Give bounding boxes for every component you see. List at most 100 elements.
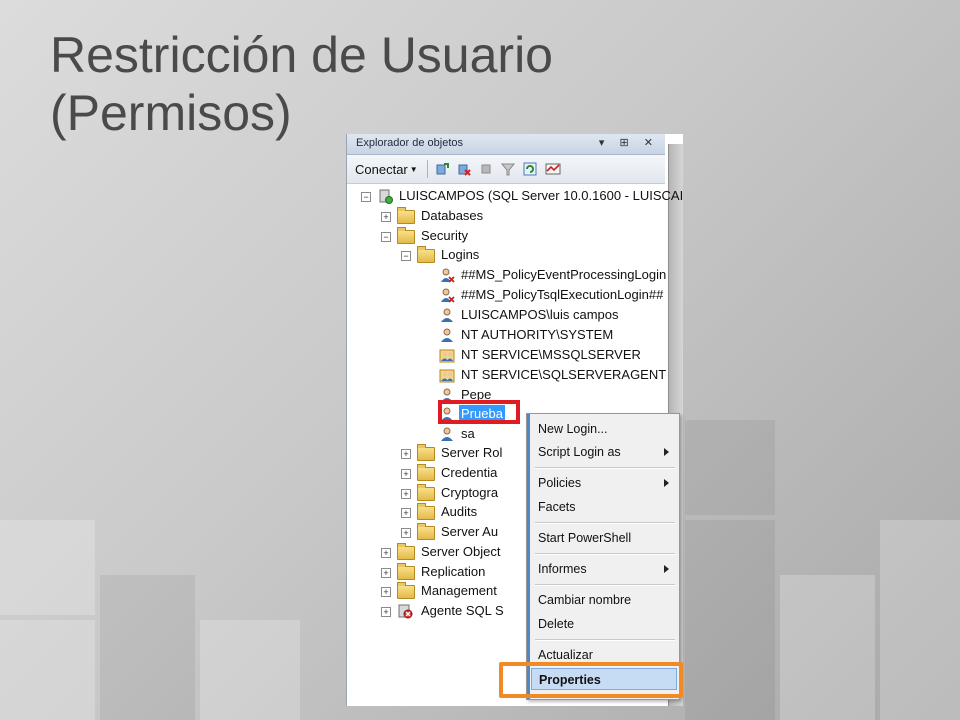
background-square xyxy=(780,575,875,720)
tree-label: Logins xyxy=(441,247,480,262)
slide-title-line1: Restricción de Usuario xyxy=(50,27,553,83)
menu-separator xyxy=(535,639,675,641)
menu-item-label: Delete xyxy=(538,617,575,631)
user-group-icon xyxy=(439,349,455,363)
submenu-arrow-icon xyxy=(664,479,669,487)
expand-icon[interactable]: + xyxy=(381,568,391,578)
folder-icon xyxy=(417,246,435,263)
background-square xyxy=(200,620,300,720)
connect-button-label: Conectar xyxy=(355,162,408,177)
tree-label: NT AUTHORITY\SYSTEM xyxy=(461,327,614,342)
menu-item-start-powershell[interactable]: Start PowerShell xyxy=(531,527,677,549)
tree-label: LUISCAMPOS\luis campos xyxy=(461,307,619,322)
menu-item-cambiar-nombre[interactable]: Cambiar nombre xyxy=(531,589,677,611)
folder-icon xyxy=(417,444,435,461)
chevron-down-icon: ▼ xyxy=(409,165,418,174)
menu-separator xyxy=(535,467,675,469)
collapse-icon[interactable]: − xyxy=(361,192,371,202)
folder-icon xyxy=(397,227,415,244)
menu-separator xyxy=(535,584,675,586)
connect-icon[interactable] xyxy=(435,162,449,176)
connect-button[interactable]: Conectar ▼ xyxy=(355,162,418,177)
menu-item-label: New Login... xyxy=(538,422,608,436)
user-disabled-icon xyxy=(441,268,455,283)
activity-monitor-icon[interactable] xyxy=(545,162,561,176)
expand-icon[interactable]: + xyxy=(401,508,411,518)
object-explorer-toolbar: Conectar ▼ xyxy=(347,155,665,184)
collapse-icon[interactable]: − xyxy=(401,251,411,261)
folder-icon xyxy=(397,563,415,580)
stop-icon[interactable] xyxy=(479,162,493,176)
menu-item-label: Cambiar nombre xyxy=(538,593,632,607)
tree-label: NT SERVICE\SQLSERVERAGENT xyxy=(461,367,667,382)
menu-item-new-login[interactable]: New Login... xyxy=(531,418,677,440)
expand-icon[interactable]: + xyxy=(401,469,411,479)
background-square xyxy=(0,620,95,720)
user-icon xyxy=(441,427,453,441)
menu-item-script-login-as[interactable]: Script Login as xyxy=(531,441,677,463)
tree-label: Audits xyxy=(441,504,478,519)
folder-icon xyxy=(397,543,415,560)
expand-icon[interactable]: + xyxy=(401,489,411,499)
menu-item-label: Informes xyxy=(538,562,587,576)
menu-item-delete[interactable]: Delete xyxy=(531,613,677,635)
menu-separator xyxy=(535,553,675,555)
header-window-buttons[interactable]: ▾ ⊞ ✕ xyxy=(599,136,659,149)
tree-label: Agente SQL S xyxy=(421,603,504,618)
object-explorer-header: Explorador de objetos ▾ ⊞ ✕ xyxy=(347,134,665,155)
menu-item-informes[interactable]: Informes xyxy=(531,558,677,580)
tree-label: Server Rol xyxy=(441,445,503,460)
tree-label: Security xyxy=(421,228,468,243)
folder-icon xyxy=(417,523,435,540)
expand-icon[interactable]: + xyxy=(381,587,391,597)
tree-label: Databases xyxy=(421,208,484,223)
user-disabled-icon xyxy=(441,288,455,303)
menu-item-label: Facets xyxy=(538,500,576,514)
filter-icon[interactable] xyxy=(501,162,515,176)
submenu-arrow-icon xyxy=(664,448,669,456)
background-square xyxy=(880,520,960,720)
menu-item-policies[interactable]: Policies xyxy=(531,472,677,494)
tree-label: Credentia xyxy=(441,465,498,480)
user-group-icon xyxy=(439,369,455,383)
expand-icon[interactable]: + xyxy=(401,449,411,459)
tree-label: ##MS_PolicyTsqlExecutionLogin## xyxy=(461,287,664,302)
sql-agent-icon xyxy=(398,604,413,619)
tree-label: LUISCAMPOS (SQL Server 10.0.1600 - LUISC… xyxy=(399,188,683,203)
properties-highlight xyxy=(499,662,683,698)
expand-icon[interactable]: + xyxy=(381,607,391,617)
toolbar-separator xyxy=(427,160,428,178)
folder-icon xyxy=(417,484,435,501)
menu-item-label: Start PowerShell xyxy=(538,531,632,545)
background-square xyxy=(685,420,775,515)
submenu-arrow-icon xyxy=(664,565,669,573)
tree-label: NT SERVICE\MSSQLSERVER xyxy=(461,347,641,362)
background-square xyxy=(100,575,195,720)
server-icon xyxy=(379,189,393,204)
expand-icon[interactable]: + xyxy=(401,528,411,538)
expand-icon[interactable]: + xyxy=(381,548,391,558)
disconnect-icon[interactable] xyxy=(457,162,471,176)
folder-icon xyxy=(397,207,415,224)
expand-icon[interactable]: + xyxy=(381,212,391,222)
tree-label: ##MS_PolicyEventProcessingLogin xyxy=(461,267,667,282)
context-menu: New Login... Script Login as Policies Fa… xyxy=(526,413,680,700)
menu-item-label: Script Login as xyxy=(538,445,621,459)
folder-icon xyxy=(417,503,435,520)
object-explorer-title: Explorador de objetos xyxy=(356,137,464,149)
collapse-icon[interactable]: − xyxy=(381,232,391,242)
background-square xyxy=(685,520,775,720)
menu-item-facets[interactable]: Facets xyxy=(531,496,677,518)
background-square xyxy=(0,520,95,615)
menu-item-label: Policies xyxy=(538,476,582,490)
refresh-icon[interactable] xyxy=(523,162,537,176)
folder-icon xyxy=(397,582,415,599)
user-icon xyxy=(441,328,453,342)
tree-label: Replication xyxy=(421,564,486,579)
folder-icon xyxy=(417,464,435,481)
selected-login-highlight xyxy=(438,400,520,424)
tree-label: Management xyxy=(421,583,497,598)
user-icon xyxy=(441,308,453,322)
tree-label: Server Au xyxy=(441,524,499,539)
tree-label: sa xyxy=(461,426,475,441)
